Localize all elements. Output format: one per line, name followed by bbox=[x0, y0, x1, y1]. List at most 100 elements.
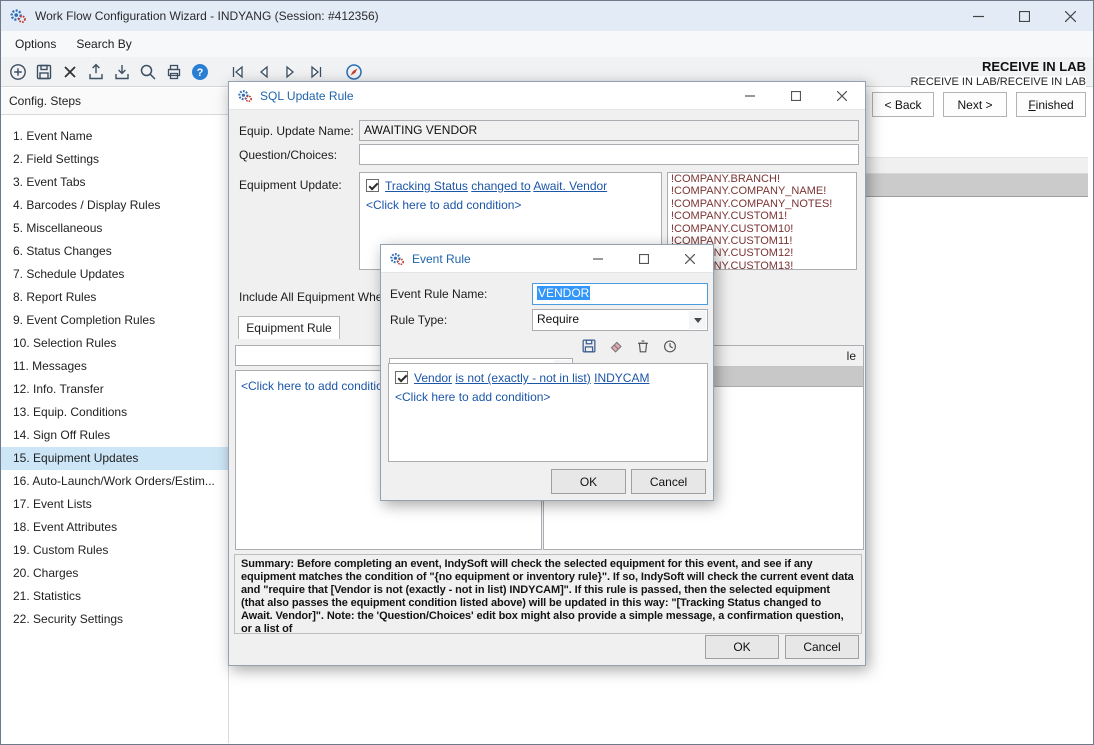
back-button[interactable]: < Back bbox=[872, 92, 934, 117]
event-dialog-maximize-button[interactable] bbox=[621, 245, 667, 273]
clock-icon[interactable] bbox=[658, 335, 682, 357]
rule-type-value: Require bbox=[537, 312, 579, 326]
sql-cancel-button[interactable]: Cancel bbox=[785, 635, 859, 659]
maximize-button[interactable] bbox=[1001, 1, 1047, 31]
close-button[interactable] bbox=[1047, 1, 1093, 31]
sidebar-item-schedule-updates[interactable]: 7. Schedule Updates bbox=[1, 263, 228, 286]
sql-dialog-minimize-button[interactable] bbox=[727, 82, 773, 110]
event-dialog-titlebar: Event Rule bbox=[381, 245, 713, 273]
event-cancel-button[interactable]: Cancel bbox=[631, 469, 706, 494]
indycam-link[interactable]: INDYCAM bbox=[594, 371, 649, 385]
nav-next-icon[interactable] bbox=[277, 60, 302, 84]
equip-update-name-label: Equip. Update Name: bbox=[239, 124, 354, 138]
tracking-status-link[interactable]: Tracking Status bbox=[385, 179, 468, 193]
equipment-add-condition-link[interactable]: <Click here to add condition> bbox=[241, 379, 396, 393]
sql-dialog-title: SQL Update Rule bbox=[260, 89, 354, 103]
equipment-rule-filter-field[interactable] bbox=[235, 345, 383, 366]
token-item[interactable]: !COMPANY.CUSTOM10! bbox=[668, 223, 856, 235]
sidebar-item-event-name[interactable]: 1. Event Name bbox=[1, 125, 228, 148]
config-steps-list: 1. Event Name 2. Field Settings 3. Event… bbox=[1, 125, 228, 631]
sidebar-item-security-settings[interactable]: 22. Security Settings bbox=[1, 608, 228, 631]
sidebar-item-field-settings[interactable]: 2. Field Settings bbox=[1, 148, 228, 171]
window-controls bbox=[955, 1, 1093, 31]
export-icon[interactable] bbox=[83, 60, 108, 84]
changed-to-link[interactable]: changed to bbox=[471, 179, 530, 193]
finished-button[interactable]: Finished bbox=[1016, 92, 1086, 117]
token-item[interactable]: !COMPANY.CUSTOM1! bbox=[668, 210, 856, 222]
sql-dialog-close-button[interactable] bbox=[819, 82, 865, 110]
window-title: Work Flow Configuration Wizard - INDYANG… bbox=[35, 9, 379, 23]
page-title: RECEIVE IN LAB bbox=[982, 59, 1086, 74]
chevron-down-icon[interactable] bbox=[689, 311, 706, 329]
sidebar-item-event-tabs[interactable]: 3. Event Tabs bbox=[1, 171, 228, 194]
sidebar-item-event-completion-rules[interactable]: 9. Event Completion Rules bbox=[1, 309, 228, 332]
sidebar-item-event-lists[interactable]: 17. Event Lists bbox=[1, 493, 228, 516]
config-steps-header: Config. Steps bbox=[1, 88, 228, 115]
sidebar-item-equip-conditions[interactable]: 13. Equip. Conditions bbox=[1, 401, 228, 424]
token-item[interactable]: !COMPANY.COMPANY_NOTES! bbox=[668, 198, 856, 210]
sidebar-item-statistics[interactable]: 21. Statistics bbox=[1, 585, 228, 608]
sql-ok-button[interactable]: OK bbox=[705, 635, 779, 659]
finished-accel: F bbox=[1028, 98, 1035, 112]
nav-prev-icon[interactable] bbox=[251, 60, 276, 84]
wizard-nav: < Back Next > Finished bbox=[872, 92, 1086, 117]
sidebar-item-charges[interactable]: 20. Charges bbox=[1, 562, 228, 585]
sidebar-item-status-changes[interactable]: 6. Status Changes bbox=[1, 240, 228, 263]
equip-update-name-field[interactable]: AWAITING VENDOR bbox=[359, 120, 859, 141]
toolbar-separator bbox=[213, 60, 225, 84]
token-item[interactable]: !COMPANY.COMPANY_NAME! bbox=[668, 185, 856, 197]
event-rule-checkbox[interactable] bbox=[395, 371, 408, 384]
operator-link[interactable]: is not (exactly - not in list) bbox=[455, 371, 590, 385]
help-icon[interactable]: ? bbox=[187, 60, 212, 84]
await-vendor-link[interactable]: Await. Vendor bbox=[533, 179, 607, 193]
equipment-update-label: Equipment Update: bbox=[239, 178, 342, 192]
rule-type-label: Rule Type: bbox=[390, 313, 447, 327]
sidebar-item-info-transfer[interactable]: 12. Info. Transfer bbox=[1, 378, 228, 401]
delete-icon[interactable] bbox=[57, 60, 82, 84]
compass-icon[interactable] bbox=[341, 60, 366, 84]
event-rule-name-field[interactable]: VENDOR bbox=[532, 283, 708, 305]
sidebar-item-report-rules[interactable]: 8. Report Rules bbox=[1, 286, 228, 309]
toolbar-separator bbox=[329, 60, 341, 84]
print-icon[interactable] bbox=[161, 60, 186, 84]
sidebar-item-custom-rules[interactable]: 19. Custom Rules bbox=[1, 539, 228, 562]
import-icon[interactable] bbox=[109, 60, 134, 84]
event-dialog-minimize-button[interactable] bbox=[575, 245, 621, 273]
next-button[interactable]: Next > bbox=[943, 92, 1007, 117]
sidebar-item-barcodes[interactable]: 4. Barcodes / Display Rules bbox=[1, 194, 228, 217]
config-steps-panel: Config. Steps 1. Event Name 2. Field Set… bbox=[1, 88, 229, 743]
minimize-button[interactable] bbox=[955, 1, 1001, 31]
app-window: Work Flow Configuration Wizard - INDYANG… bbox=[0, 0, 1094, 745]
selected-text: VENDOR bbox=[537, 286, 590, 300]
nav-first-icon[interactable] bbox=[225, 60, 250, 84]
rule-type-dropdown[interactable]: Require bbox=[532, 309, 708, 331]
sidebar-item-sign-off-rules[interactable]: 14. Sign Off Rules bbox=[1, 424, 228, 447]
sidebar-item-equipment-updates[interactable]: 15. Equipment Updates bbox=[1, 447, 228, 470]
sidebar-item-selection-rules[interactable]: 10. Selection Rules bbox=[1, 332, 228, 355]
menu-options[interactable]: Options bbox=[5, 31, 66, 57]
sidebar-item-miscellaneous[interactable]: 5. Miscellaneous bbox=[1, 217, 228, 240]
question-choices-field[interactable] bbox=[359, 144, 859, 165]
save-icon[interactable] bbox=[31, 60, 56, 84]
menu-search-by[interactable]: Search By bbox=[66, 31, 141, 57]
vendor-link[interactable]: Vendor bbox=[414, 371, 452, 385]
search-icon[interactable] bbox=[135, 60, 160, 84]
sidebar-item-event-attributes[interactable]: 18. Event Attributes bbox=[1, 516, 228, 539]
sidebar-item-messages[interactable]: 11. Messages bbox=[1, 355, 228, 378]
event-rule-condition-box: Vendor is not (exactly - not in list) IN… bbox=[388, 363, 708, 462]
token-item[interactable]: !COMPANY.BRANCH! bbox=[668, 173, 856, 185]
sidebar-item-auto-launch[interactable]: 16. Auto-Launch/Work Orders/Estim... bbox=[1, 470, 228, 493]
sql-dialog-maximize-button[interactable] bbox=[773, 82, 819, 110]
save-rule-icon[interactable] bbox=[577, 335, 601, 357]
event-ok-button[interactable]: OK bbox=[551, 469, 626, 494]
trash-icon[interactable] bbox=[631, 335, 655, 357]
event-add-condition-link[interactable]: <Click here to add condition> bbox=[395, 390, 550, 404]
update-rule-checkbox[interactable] bbox=[366, 179, 379, 192]
nav-last-icon[interactable] bbox=[303, 60, 328, 84]
title-bar: Work Flow Configuration Wizard - INDYANG… bbox=[1, 1, 1093, 31]
add-condition-link[interactable]: <Click here to add condition> bbox=[366, 198, 521, 212]
add-icon[interactable] bbox=[5, 60, 30, 84]
eraser-icon[interactable] bbox=[604, 335, 628, 357]
equipment-rule-tab[interactable]: Equipment Rule bbox=[238, 316, 340, 339]
event-dialog-close-button[interactable] bbox=[667, 245, 713, 273]
